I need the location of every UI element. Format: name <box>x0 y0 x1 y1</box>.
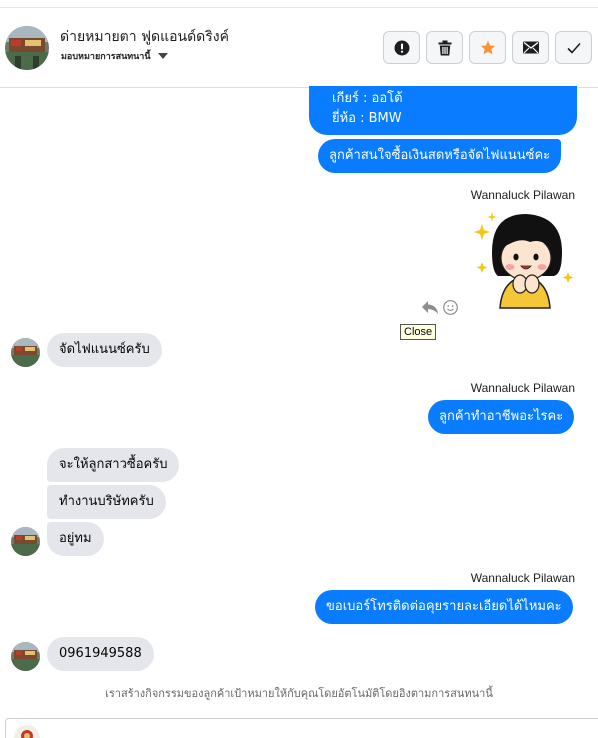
customer-avatar <box>11 527 40 556</box>
message-text: อยู่ทม <box>59 531 92 546</box>
star-button[interactable] <box>469 31 506 64</box>
page-title: ด่ายหมายตา ฟูดแอนด์ดริงค์ <box>60 29 229 45</box>
customer-avatar <box>11 642 40 671</box>
message-text: จะให้ลูกสาวซื้อครับ <box>59 457 168 472</box>
conversation-header: ด่ายหมายตา ฟูดแอนด์ดริงค์ มอบหมายการสนทน… <box>0 8 598 88</box>
message-text: ขอเบอร์โทรติดต่อคุยรายละเอียดได้ไหมคะ <box>326 599 562 614</box>
composer-avatar <box>14 725 40 738</box>
message-bubble-outgoing: ลูกค้าสนใจซื้อเงินสดหรือจัดไฟแนนซ์คะ <box>318 139 562 173</box>
smiley-react-icon[interactable] <box>443 300 458 315</box>
assign-label: มอบหมายการสนทนานี้ <box>61 52 151 62</box>
message-bubble-incoming: 0961949588 <box>47 637 154 671</box>
report-button[interactable] <box>383 31 420 64</box>
done-button[interactable] <box>555 31 592 64</box>
activity-notice: เราสร้างกิจกรรมของลูกค้าเป้าหมายให้กับคุ… <box>105 687 493 700</box>
message-bubble-outgoing: เกียร์ : ออโต้ ยี่ห้อ : BMW <box>309 86 577 135</box>
page-avatar[interactable] <box>5 26 49 70</box>
message-text-line: ยี่ห้อ : BMW <box>332 111 402 126</box>
sender-name: Wannaluck Pilawan <box>470 188 575 202</box>
composer-area[interactable] <box>5 718 598 738</box>
exclamation-icon <box>394 40 409 55</box>
message-bubble-incoming: จัดไฟแนนซ์ครับ <box>47 333 162 367</box>
sender-name: Wannaluck Pilawan <box>470 381 575 395</box>
message-bubble-outgoing: ลูกค้าทำอาชีพอะไรคะ <box>428 400 575 434</box>
envelope-icon <box>522 41 539 54</box>
message-bubble-incoming: ทำงานบริษัทครับ <box>47 485 166 519</box>
sticker-image <box>470 208 580 310</box>
message-text: ลูกค้าทำอาชีพอะไรคะ <box>439 409 564 424</box>
trash-icon <box>438 40 451 55</box>
caret-down-icon <box>157 53 168 59</box>
message-bubble-outgoing: ขอเบอร์โทรติดต่อคุยรายละเอียดได้ไหมคะ <box>315 590 573 624</box>
checkmark-icon <box>566 42 581 54</box>
message-text-line: เกียร์ : ออโต้ <box>332 91 403 106</box>
message-text: จัดไฟแนนซ์ครับ <box>59 342 150 357</box>
message-text: ลูกค้าสนใจซื้อเงินสดหรือจัดไฟแนนซ์คะ <box>329 148 551 163</box>
close-tooltip: Close <box>400 324 437 340</box>
assign-conversation-dropdown[interactable]: มอบหมายการสนทนานี้ <box>61 49 168 63</box>
sender-name: Wannaluck Pilawan <box>470 571 575 585</box>
delete-button[interactable] <box>426 31 463 64</box>
reply-icon[interactable] <box>421 299 439 315</box>
mail-button[interactable] <box>512 31 549 64</box>
message-text: 0961949588 <box>59 646 142 661</box>
star-icon <box>480 40 495 54</box>
message-bubble-incoming: จะให้ลูกสาวซื้อครับ <box>47 448 180 482</box>
header-actions <box>383 31 592 64</box>
message-text: ทำงานบริษัทครับ <box>59 494 154 509</box>
message-bubble-incoming: อยู่ทม <box>47 522 104 556</box>
customer-avatar <box>11 338 40 367</box>
